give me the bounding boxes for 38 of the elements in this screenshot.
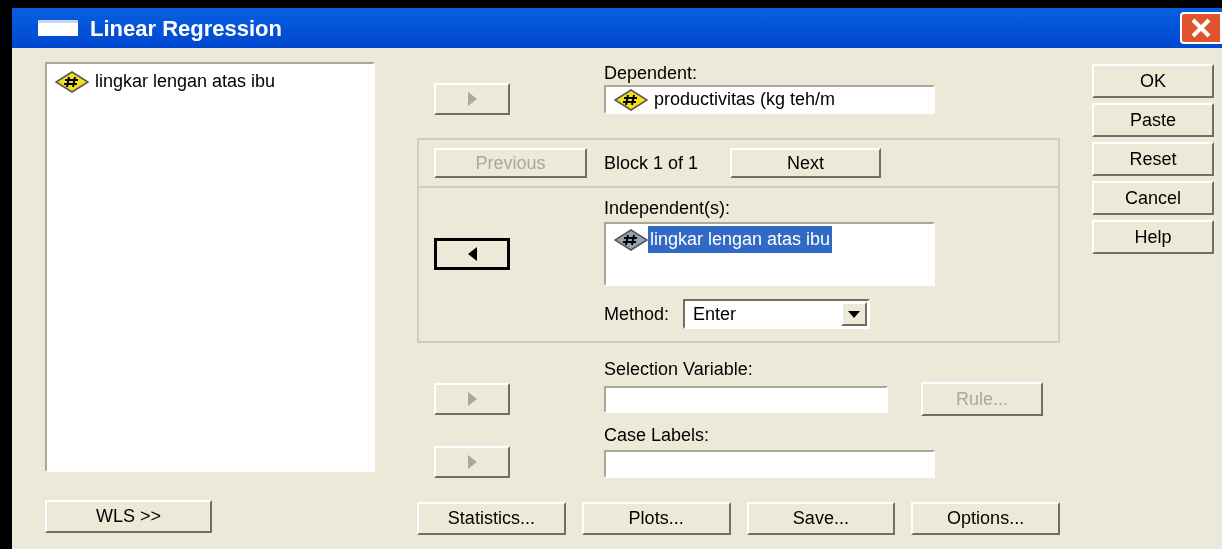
- scale-variable-icon: [614, 228, 648, 251]
- close-icon: [1190, 17, 1212, 39]
- dialog-button[interactable]: OK: [1092, 64, 1214, 98]
- case-labels-field[interactable]: [604, 450, 935, 478]
- dialog-button[interactable]: Reset: [1092, 142, 1214, 176]
- method-label: Method:: [604, 302, 670, 326]
- move-arrow-button[interactable]: [434, 238, 510, 270]
- independent-variable-item[interactable]: lingkar lengan atas ibu: [648, 226, 833, 253]
- triangle-icon: [467, 247, 477, 261]
- window-icon: [38, 20, 78, 36]
- scale-variable-icon: [614, 88, 648, 111]
- next-button[interactable]: Next: [730, 148, 882, 178]
- dialog-button[interactable]: Paste: [1092, 103, 1214, 137]
- window-title: Linear Regression: [90, 14, 282, 43]
- variable-item[interactable]: lingkar lengan atas ibu: [55, 68, 373, 95]
- triangle-icon: [467, 455, 477, 469]
- case-labels-label: Case Labels:: [604, 424, 711, 446]
- method-dropdown[interactable]: Enter: [683, 299, 871, 329]
- dialog-button[interactable]: Save...: [746, 502, 896, 535]
- method-value: Enter: [693, 302, 738, 326]
- dependent-field[interactable]: productivitas (kg teh/m: [604, 85, 935, 114]
- dropdown-arrow-icon[interactable]: [848, 310, 861, 318]
- close-button[interactable]: [1180, 12, 1222, 44]
- selection-variable-label: Selection Variable:: [604, 358, 754, 380]
- triangle-icon: [467, 392, 477, 406]
- dialog-button[interactable]: Help: [1092, 220, 1214, 254]
- block-text: Block 1 of 1: [604, 151, 699, 175]
- wls-button[interactable]: WLS >>: [45, 500, 212, 533]
- dependent-label: Dependent:: [604, 62, 699, 84]
- dialog-button[interactable]: Cancel: [1092, 181, 1214, 215]
- scale-variable-icon: [55, 70, 89, 93]
- dialog-button[interactable]: Plots...: [581, 502, 731, 535]
- selection-variable-field[interactable]: [604, 385, 888, 413]
- triangle-icon: [467, 92, 477, 106]
- dependent-value: productivitas (kg teh/m: [654, 88, 836, 111]
- independents-label: Independent(s):: [604, 197, 732, 219]
- dialog-button[interactable]: Statistics...: [417, 502, 566, 535]
- dialog-button[interactable]: Options...: [911, 502, 1060, 535]
